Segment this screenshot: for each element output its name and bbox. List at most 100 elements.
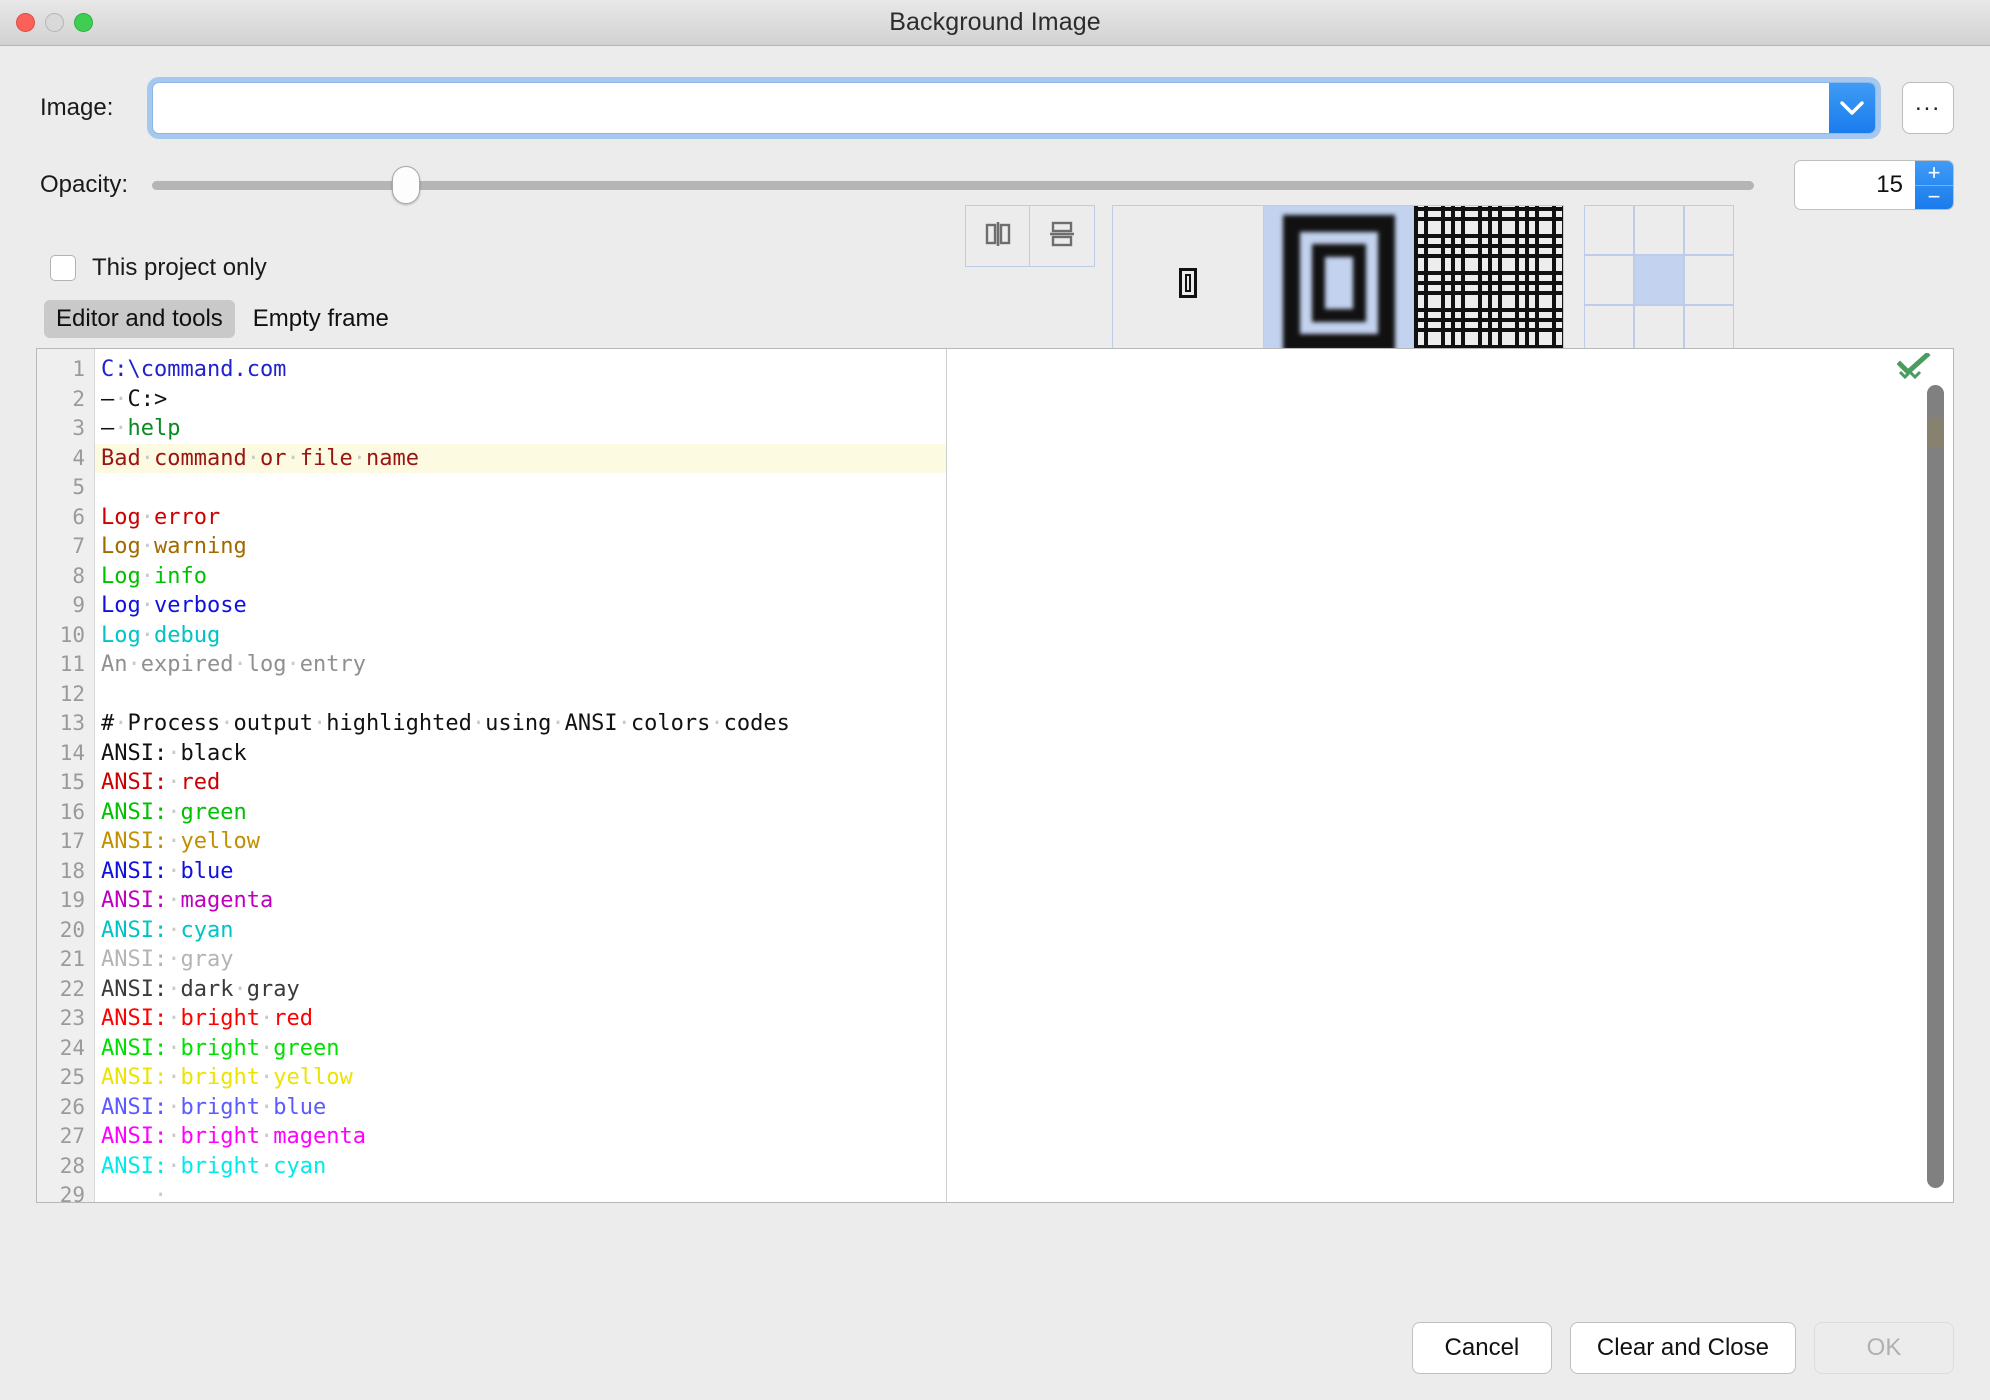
- code-token: ANSI:: [101, 888, 168, 913]
- editor-right-pane: [947, 349, 1953, 1202]
- slider-thumb[interactable]: [392, 166, 421, 204]
- fill-mode-center[interactable]: [1113, 206, 1263, 359]
- code-line[interactable]: Log·error: [95, 503, 946, 533]
- opacity-stepper[interactable]: 15 + −: [1794, 160, 1954, 210]
- code-line[interactable]: ANSI:·green: [95, 798, 946, 828]
- code-token: error: [154, 504, 221, 530]
- code-token: warning: [154, 534, 247, 559]
- code-token: ANSI:: [101, 917, 168, 943]
- align-button-group: [965, 205, 1095, 267]
- line-number: 29: [59, 1183, 85, 1203]
- code-token: or: [259, 445, 287, 471]
- code-token: ·: [167, 1124, 181, 1149]
- zoom-button[interactable]: [74, 13, 93, 32]
- code-line[interactable]: Log·info: [95, 562, 946, 592]
- code-token: black: [180, 740, 247, 766]
- anchor-cell-middle-center[interactable]: [1634, 255, 1684, 305]
- code-line[interactable]: –·help: [95, 414, 946, 444]
- code-token: ANSI:: [101, 1065, 168, 1090]
- code-token: bright: [180, 1124, 260, 1149]
- stepper-decrement[interactable]: −: [1915, 186, 1953, 210]
- code-line[interactable]: ANSI:·bright·green: [95, 1034, 946, 1064]
- code-line[interactable]: ANSI:·bright·cyan: [95, 1152, 946, 1182]
- code-token: ·: [286, 652, 300, 677]
- code-token: ·: [259, 1065, 274, 1090]
- code-line[interactable]: [95, 473, 946, 503]
- inspection-ok-check-icon[interactable]: [1896, 351, 1931, 380]
- opacity-value[interactable]: 15: [1795, 161, 1915, 209]
- line-number: 17: [59, 829, 85, 853]
- close-button[interactable]: [16, 13, 35, 32]
- code-line[interactable]: C:\command.com: [95, 355, 946, 385]
- code-token: ·: [220, 711, 234, 736]
- code-line[interactable]: Log·debug: [95, 621, 946, 651]
- code-line[interactable]: ANSI:·magenta: [95, 886, 946, 916]
- code-line[interactable]: ANSI:·red: [95, 768, 946, 798]
- line-number: 28: [59, 1153, 85, 1178]
- line-number: 1: [72, 357, 85, 381]
- code-token: ANSI:: [101, 770, 168, 795]
- code-token: ANSI:: [101, 829, 168, 854]
- code-line[interactable]: An·expired·log·entry: [95, 650, 946, 680]
- tab-editor-and-tools[interactable]: Editor and tools: [44, 300, 235, 338]
- code-line[interactable]: ANSI:·bright·magenta: [95, 1122, 946, 1152]
- code-token: ANSI:: [101, 1094, 168, 1120]
- anchor-cell-middle-right[interactable]: [1684, 255, 1734, 305]
- line-number: 7: [72, 534, 85, 558]
- code-token: red: [180, 770, 221, 795]
- code-line[interactable]: ANSI:·cyan: [95, 916, 946, 946]
- fill-mode-tiled[interactable]: [1413, 206, 1563, 359]
- code-line[interactable]: ANSI:·blue: [95, 857, 946, 887]
- anchor-cell-top-left[interactable]: [1584, 205, 1634, 255]
- stepper-buttons[interactable]: + −: [1915, 161, 1953, 209]
- code-token: ·: [140, 593, 154, 618]
- code-line[interactable]: ANSI:·bright·blue: [95, 1093, 946, 1123]
- window-controls: [16, 13, 93, 32]
- code-line[interactable]: ANSI:·bright·red: [95, 1004, 946, 1034]
- anchor-cell-top-center[interactable]: [1634, 205, 1684, 255]
- code-pane[interactable]: 1 2 3 4 5 6 7 8 9 10 11 12 13 14 15 16 17 18 19 20 21 22 23 24 2…: [37, 349, 947, 1202]
- code-line[interactable]: ANSI:·black: [95, 739, 946, 769]
- code-token: ·: [167, 888, 181, 913]
- code-token: Log: [101, 593, 141, 618]
- code-line[interactable]: ANSI:·dark·gray: [95, 975, 946, 1005]
- minimize-button[interactable]: [45, 13, 64, 32]
- code-line[interactable]: [95, 680, 946, 710]
- code-line[interactable]: #·Process·output·highlighted·using·ANSI·…: [95, 709, 946, 739]
- opacity-slider[interactable]: [152, 166, 1754, 204]
- code-line[interactable]: Log·verbose: [95, 591, 946, 621]
- image-input[interactable]: [153, 83, 1829, 133]
- code-line[interactable]: Bad·command·or·file·name: [95, 443, 946, 473]
- code-token: ·: [167, 858, 181, 884]
- stepper-increment[interactable]: +: [1915, 161, 1953, 186]
- tab-empty-frame[interactable]: Empty frame: [241, 300, 401, 338]
- align-horizontal-center-button[interactable]: [965, 205, 1030, 267]
- code-token: #: [101, 711, 115, 736]
- line-number: 22: [59, 976, 85, 1001]
- anchor-cell-top-right[interactable]: [1684, 205, 1734, 255]
- image-label: Image:: [40, 94, 114, 121]
- image-combobox[interactable]: [152, 82, 1876, 134]
- chevron-down-icon[interactable]: [1829, 83, 1875, 133]
- code-token: ·: [127, 652, 141, 677]
- image-row: Image: ...: [0, 82, 1990, 134]
- project-only-checkbox[interactable]: [50, 255, 76, 281]
- code-line[interactable]: –·C:>: [95, 385, 946, 415]
- code-token: ·: [114, 416, 128, 441]
- code-area[interactable]: C:\command.com –·C:> –·help Bad·command·or·…: [95, 349, 946, 1202]
- code-token: Log: [101, 534, 141, 559]
- anchor-cell-middle-left[interactable]: [1584, 255, 1634, 305]
- code-line[interactable]: ANSI:·gray: [95, 945, 946, 975]
- code-line[interactable]: Log·warning: [95, 532, 946, 562]
- code-line[interactable]: ANSI:·yellow: [95, 827, 946, 857]
- fill-mode-scaled[interactable]: [1263, 206, 1413, 359]
- code-token: ·: [101, 1183, 168, 1203]
- browse-button[interactable]: ...: [1902, 82, 1954, 134]
- editor-vertical-scrollbar[interactable]: [1927, 385, 1944, 1188]
- code-line[interactable]: ·: [95, 1181, 946, 1203]
- cancel-button[interactable]: Cancel: [1411, 1322, 1552, 1374]
- align-vertical-center-button[interactable]: [1030, 205, 1095, 267]
- line-number: 24: [59, 1035, 85, 1060]
- clear-and-close-button[interactable]: Clear and Close: [1569, 1322, 1796, 1374]
- code-line[interactable]: ANSI:·bright·yellow: [95, 1063, 946, 1093]
